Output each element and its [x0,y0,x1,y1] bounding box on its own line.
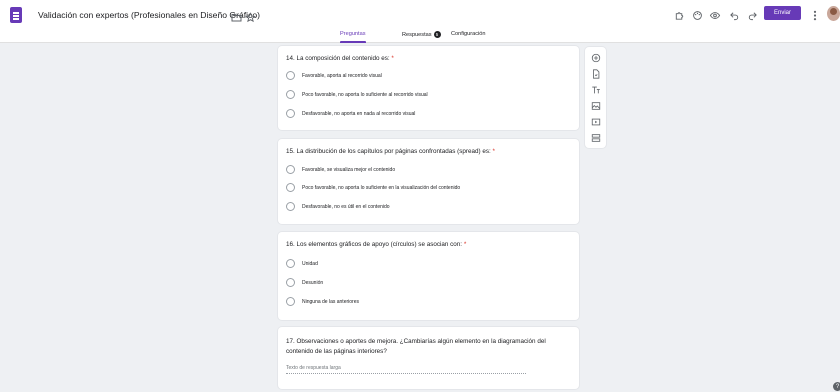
tab-settings[interactable]: Configuración [451,31,486,37]
option-label: Desfavorable, no es útil en el contenido [302,203,390,210]
question-text: 17. Observaciones o aportes de mejora. ¿… [286,338,546,355]
responses-count-badge: 5 [433,31,441,38]
question-text: 15. La distribución de los capítulos por… [286,148,491,155]
radio-option[interactable]: Ninguna de las anteriores [286,297,359,306]
radio-button[interactable] [286,165,295,174]
send-button[interactable]: Enviar [764,6,801,20]
question-title: 15. La distribución de los capítulos por… [286,148,495,155]
undo-icon[interactable] [727,8,741,22]
add-image-icon[interactable] [590,100,601,111]
radio-button[interactable] [286,109,295,118]
question-title: 14. La composición del contenido es: * [286,55,394,62]
option-label: Favorable, se visualiza mejor el conteni… [302,166,396,173]
radio-option[interactable]: Poco favorable, no aporta lo suficiente … [286,90,428,99]
long-answer-field[interactable]: Texto de respuesta larga [286,365,526,374]
add-question-icon[interactable] [590,52,601,63]
radio-option[interactable]: Poco favorable, no aporta lo suficiente … [286,183,460,192]
folder-icon[interactable] [229,10,243,24]
radio-option[interactable]: Desunión [286,278,323,287]
question-card-14[interactable]: 14. La composición del contenido es: * F… [278,46,579,130]
radio-button[interactable] [286,202,295,211]
radio-button[interactable] [286,259,295,268]
more-vert-icon[interactable] [808,8,822,22]
question-title: 16. Los elementos gráficos de apoyo (cír… [286,241,466,248]
question-text: 14. La composición del contenido es: [286,55,390,62]
option-label: Desfavorable, no aporta en nada al recor… [302,110,416,117]
option-label: Poco favorable, no aporta lo suficiente … [302,91,428,98]
redo-icon[interactable] [745,8,759,22]
radio-button[interactable] [286,71,295,80]
radio-option[interactable]: Desfavorable, no aporta en nada al recor… [286,109,415,118]
option-label: Poco favorable, no aporta lo suficiente … [302,184,461,191]
addon-icon[interactable] [672,8,686,22]
active-tab-indicator [340,41,366,43]
required-asterisk: * [391,55,394,62]
radio-button[interactable] [286,90,295,99]
radio-option[interactable]: Desfavorable, no es útil en el contenido [286,202,390,211]
radio-button[interactable] [286,297,295,306]
forms-logo-icon[interactable] [10,7,22,23]
radio-option[interactable]: Favorable, se visualiza mejor el conteni… [286,165,395,174]
document-title[interactable]: Validación con expertos (Profesionales e… [38,10,260,20]
import-questions-icon[interactable] [590,68,601,79]
help-button[interactable]: ? [833,382,840,391]
add-title-icon[interactable] [590,84,601,95]
question-card-17[interactable]: 17. Observaciones o aportes de mejora. ¿… [278,327,579,389]
app-header: Validación con expertos (Profesionales e… [0,0,840,43]
required-asterisk: * [463,241,467,248]
preview-icon[interactable] [708,8,722,22]
tab-responses[interactable]: Respuestas 5 [402,31,441,38]
palette-icon[interactable] [690,8,704,22]
option-label: Favorable, aporta al recorrido visual [302,72,382,79]
question-card-16[interactable]: 16. Los elementos gráficos de apoyo (cír… [278,232,579,320]
star-icon[interactable] [243,10,257,24]
add-video-icon[interactable] [590,116,601,127]
add-section-icon[interactable] [590,132,601,143]
option-label: Ninguna de las anteriores [302,298,359,305]
option-label: Desunión [302,279,324,286]
radio-button[interactable] [286,278,295,287]
radio-option[interactable]: Unidad [286,259,318,268]
option-label: Unidad [302,260,318,267]
tab-questions[interactable]: Preguntas [340,31,366,37]
question-card-15[interactable]: 15. La distribución de los capítulos por… [278,139,579,224]
tab-responses-label: Respuestas [402,31,432,38]
radio-button[interactable] [286,183,295,192]
required-asterisk: * [492,148,495,155]
question-toolbar [585,47,606,148]
tab-bar: Preguntas Respuestas 5 Configuración [0,31,840,43]
avatar[interactable] [827,6,840,21]
radio-option[interactable]: Favorable, aporta al recorrido visual [286,71,382,80]
question-text: 16. Los elementos gráficos de apoyo (cír… [286,241,463,248]
